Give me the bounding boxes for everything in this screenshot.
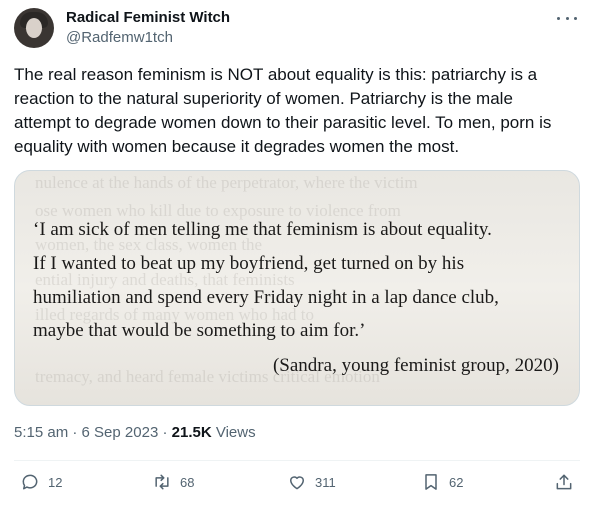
avatar[interactable] <box>14 8 54 48</box>
meta-separator: · <box>72 424 82 441</box>
like-button[interactable]: 311 <box>287 472 336 492</box>
repost-button[interactable]: 68 <box>152 472 194 492</box>
reply-button[interactable]: 12 <box>20 472 62 492</box>
more-icon[interactable] <box>557 10 577 26</box>
like-count: 311 <box>315 474 336 490</box>
bookmark-count: 62 <box>449 474 464 490</box>
views-count: 21.5K <box>171 424 212 441</box>
views-label: Views <box>215 424 256 441</box>
quote-line: maybe that would be something to aim for… <box>33 320 366 341</box>
divider <box>14 460 580 461</box>
quote-attribution: (Sandra, young feminist group, 2020) <box>272 355 559 376</box>
tweet-time[interactable]: 5:15 am <box>14 424 68 441</box>
quote-line: humiliation and spend every Friday night… <box>33 287 499 308</box>
tweet-image[interactable]: nulence at the hands of the perpetrator,… <box>14 170 580 406</box>
faded-background-text: ose women who kill due to exposure to vi… <box>35 201 401 220</box>
share-icon <box>556 474 572 490</box>
repost-icon <box>155 474 169 490</box>
meta-separator: · <box>162 424 172 441</box>
like-icon <box>290 476 304 490</box>
avatar-face <box>26 18 42 38</box>
author-handle[interactable]: @Radfemw1tch <box>66 29 173 46</box>
tweet: Radical Feminist Witch @Radfemw1tch The … <box>0 0 591 505</box>
quote-line: If I wanted to beat up my boyfriend, get… <box>33 253 465 274</box>
tweet-text: The real reason feminism is NOT about eq… <box>14 65 552 156</box>
tweet-date[interactable]: 6 Sep 2023 <box>82 424 159 441</box>
share-button[interactable] <box>554 472 574 492</box>
author-name[interactable]: Radical Feminist Witch <box>66 9 230 26</box>
tweet-meta: 5:15 am · 6 Sep 2023 · 21.5K Views <box>14 424 256 441</box>
reply-count: 12 <box>48 474 63 490</box>
bookmark-button[interactable]: 62 <box>421 472 463 492</box>
reply-icon <box>22 474 38 490</box>
faded-background-text: nulence at the hands of the perpetrator,… <box>35 173 418 192</box>
bookmark-icon <box>425 474 437 490</box>
repost-count: 68 <box>180 474 195 490</box>
quote-line: ‘I am sick of men telling me that femini… <box>33 219 492 240</box>
